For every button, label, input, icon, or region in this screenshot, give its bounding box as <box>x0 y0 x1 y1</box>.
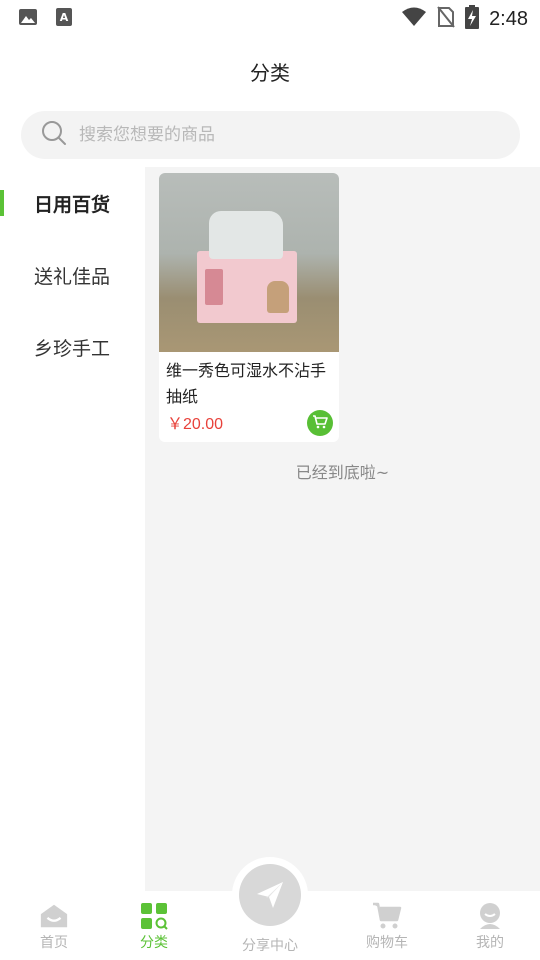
category-sidebar: 日用百货 送礼佳品 乡珍手工 <box>0 167 145 891</box>
text-a-icon: A <box>56 8 72 30</box>
no-sim-icon <box>437 6 455 32</box>
share-send-icon <box>239 864 301 926</box>
search-icon <box>41 120 67 150</box>
product-name: 维一秀色可湿水不沾手抽纸 <box>166 361 327 406</box>
product-card[interactable]: 维一秀色可湿水不沾手抽纸 ￥20.00 <box>159 173 339 442</box>
sidebar-item-handicrafts[interactable]: 乡珍手工 <box>0 311 145 383</box>
clock-time: 2:48 <box>489 7 528 30</box>
search-input[interactable] <box>79 125 479 145</box>
tab-cart[interactable]: 购物车 <box>333 891 441 960</box>
cart-icon <box>312 414 328 433</box>
product-list: 维一秀色可湿水不沾手抽纸 ￥20.00 已经到底啦~ <box>145 167 540 891</box>
tab-home[interactable]: 首页 <box>0 891 108 960</box>
svg-text:A: A <box>60 11 69 24</box>
sidebar-item-label: 送礼佳品 <box>34 265 111 288</box>
tab-label: 首页 <box>40 935 68 951</box>
category-icon <box>139 901 169 931</box>
sidebar-item-label: 乡珍手工 <box>34 337 111 360</box>
tab-label: 分类 <box>140 935 168 951</box>
page-title: 分类 <box>250 60 290 85</box>
tab-label: 购物车 <box>366 935 408 951</box>
bottom-tab-bar: 首页 分类 分享中心 购物车 我的 <box>0 857 540 960</box>
tab-category[interactable]: 分类 <box>100 891 208 960</box>
tab-label: 我的 <box>476 935 504 951</box>
battery-charging-icon <box>465 5 480 33</box>
page-header: 分类 <box>0 36 540 106</box>
image-icon <box>18 8 38 30</box>
cart-icon <box>372 901 402 931</box>
tab-profile[interactable]: 我的 <box>436 891 540 960</box>
add-to-cart-button[interactable] <box>307 410 333 436</box>
product-price: ￥20.00 <box>167 416 224 433</box>
status-bar: A 2:48 <box>0 0 540 36</box>
sidebar-item-label: 日用百货 <box>34 193 111 216</box>
wifi-icon <box>401 7 427 31</box>
sidebar-item-gifts[interactable]: 送礼佳品 <box>0 239 145 311</box>
sidebar-item-daily-goods[interactable]: 日用百货 <box>0 167 145 239</box>
list-end-text: 已经到底啦~ <box>295 463 390 482</box>
profile-icon <box>475 901 505 931</box>
tab-label: 分享中心 <box>242 938 298 954</box>
product-image <box>159 173 339 352</box>
home-icon <box>39 901 69 931</box>
search-bar[interactable] <box>21 111 520 159</box>
